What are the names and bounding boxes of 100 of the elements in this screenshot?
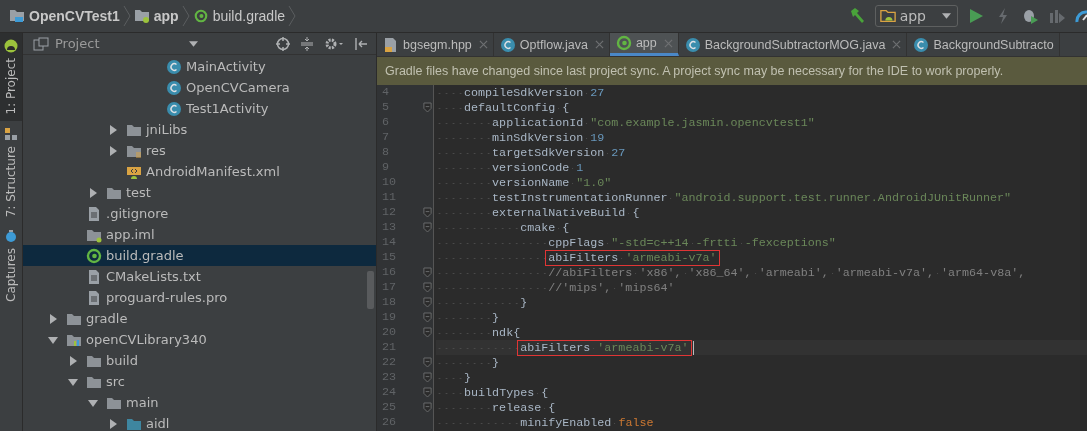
folder-icon <box>9 9 25 23</box>
class-icon <box>913 36 930 53</box>
caret-icon[interactable] <box>189 40 199 47</box>
code-line: } <box>436 370 1087 385</box>
code-line: versionCode 1 <box>436 160 1087 175</box>
project-view-icon <box>33 36 49 51</box>
gradle-file-icon <box>86 247 102 264</box>
code-line: minifyEnabled false <box>436 415 1087 430</box>
fold-marker-icon[interactable] <box>422 372 432 383</box>
class-icon <box>166 79 182 96</box>
stopwatch-icon <box>4 228 18 243</box>
code-line: //abiFilters 'x86', 'x86_64', 'armeabi', 'armeabi-v7a', 'arm64-v8a', <box>436 265 1087 280</box>
collapsed-arrow-icon[interactable] <box>108 418 118 429</box>
code-line: applicationId "com.example.jasmin.opencvtest1" <box>436 115 1087 130</box>
tool-window-tab[interactable]: Captures <box>0 222 22 308</box>
fold-marker-icon[interactable] <box>422 357 432 368</box>
chevron-icon <box>288 5 297 27</box>
fold-marker-icon[interactable] <box>422 327 432 338</box>
tree-item[interactable]: CMakeLists.txt <box>23 266 376 287</box>
tree-item[interactable]: test <box>23 182 376 203</box>
tree-item[interactable]: openCVLibrary340 <box>23 329 376 350</box>
fold-marker-icon[interactable] <box>422 267 432 278</box>
tree-item[interactable]: MainActivity <box>23 56 376 77</box>
text-file-icon <box>86 289 102 306</box>
breadcrumb-item[interactable]: app <box>133 8 179 24</box>
run-config-dropdown[interactable]: app <box>874 5 958 27</box>
tree-item[interactable]: Test1Activity <box>23 98 376 119</box>
caret-icon <box>942 13 951 19</box>
code-line: buildTypes { <box>436 385 1087 400</box>
fold-marker-icon[interactable] <box>422 297 432 308</box>
editor-tab[interactable]: BackgroundSubtractorMOG.java <box>678 33 908 56</box>
tool-window-tab[interactable]: 1: Project <box>0 33 22 121</box>
hide-panel-icon[interactable] <box>354 36 368 51</box>
tree-item[interactable]: proguard-rules.pro <box>23 287 376 308</box>
code-line: minSdkVersion 19 <box>436 130 1087 145</box>
tree-item[interactable]: build.gradle <box>23 245 376 266</box>
close-icon[interactable] <box>594 40 604 49</box>
code-line: cmake { <box>436 220 1087 235</box>
collapsed-arrow-icon[interactable] <box>68 355 78 366</box>
tree-item[interactable]: jniLibs <box>23 119 376 140</box>
run-icon[interactable] <box>967 7 985 25</box>
expanded-arrow-icon[interactable] <box>48 334 58 345</box>
fold-marker-icon[interactable] <box>422 207 432 218</box>
code-line: release { <box>436 400 1087 415</box>
breadcrumb-item[interactable]: OpenCVTest1 <box>9 8 120 24</box>
settings-icon[interactable] <box>324 36 344 51</box>
fold-marker-icon[interactable] <box>422 312 432 323</box>
tree-item[interactable]: src <box>23 371 376 392</box>
crosshair-icon[interactable] <box>276 36 290 51</box>
gauge-icon[interactable] <box>1075 7 1087 25</box>
folder-icon <box>133 9 150 23</box>
collapsed-arrow-icon[interactable] <box>48 313 58 324</box>
tree-item[interactable]: res <box>23 140 376 161</box>
breadcrumb-item[interactable]: build.gradle <box>192 8 286 24</box>
close-icon[interactable] <box>478 40 488 49</box>
collapse-all-icon[interactable] <box>300 36 314 51</box>
collapsed-arrow-icon[interactable] <box>88 187 98 198</box>
editor-tab[interactable]: Optflow.java <box>493 33 610 56</box>
code-line: } <box>436 355 1087 370</box>
gradle-file-icon <box>615 35 632 51</box>
android-folder-icon <box>879 9 896 23</box>
debug-icon[interactable] <box>1021 7 1039 25</box>
android-icon <box>4 39 18 53</box>
collapsed-arrow-icon[interactable] <box>108 145 118 156</box>
fold-marker-icon[interactable] <box>422 222 432 233</box>
fold-marker-icon[interactable] <box>422 402 432 413</box>
project-view-selector[interactable]: Project <box>33 36 100 51</box>
code-line: compileSdkVersion 27 <box>436 85 1087 100</box>
text-file-icon <box>86 268 102 285</box>
editor-tab[interactable]: app <box>609 33 679 56</box>
tree-item[interactable]: AndroidManifest.xml <box>23 161 376 182</box>
collapsed-arrow-icon[interactable] <box>108 124 118 135</box>
code-line: testInstrumentationRunner "android.support.test.runner.AndroidJUnitRunner" <box>436 190 1087 205</box>
tool-window-tab[interactable]: 7: Structure <box>0 120 22 223</box>
editor-tab[interactable]: bgsegm.hpp <box>377 33 494 56</box>
tree-item[interactable]: app.iml <box>23 224 376 245</box>
expanded-arrow-icon[interactable] <box>68 376 78 387</box>
fold-marker-icon[interactable] <box>422 102 432 113</box>
tree-item[interactable]: .gitignore <box>23 203 376 224</box>
code-line: defaultConfig { <box>436 100 1087 115</box>
chevron-icon <box>122 5 131 27</box>
fold-marker-icon[interactable] <box>422 282 432 293</box>
tree-item[interactable]: build <box>23 350 376 371</box>
code-line: } <box>436 295 1087 310</box>
editor-tab[interactable]: BackgroundSubtracto <box>907 33 1060 56</box>
close-icon[interactable] <box>892 40 902 49</box>
class-icon <box>684 36 701 53</box>
code-line: //'mips', 'mips64' <box>436 280 1087 295</box>
tree-item[interactable]: gradle <box>23 308 376 329</box>
class-icon <box>166 58 182 75</box>
expanded-arrow-icon[interactable] <box>88 397 98 408</box>
tree-item[interactable]: OpenCVCamera <box>23 77 376 98</box>
code-line: ndk{ <box>436 325 1087 340</box>
tree-item[interactable]: aidl <box>23 413 376 431</box>
fold-marker-icon[interactable] <box>422 387 432 398</box>
header-file-icon <box>383 36 399 53</box>
tree-item[interactable]: main <box>23 392 376 413</box>
chevron-icon <box>181 5 190 27</box>
close-icon[interactable] <box>663 38 673 48</box>
scrollbar-thumb[interactable] <box>367 271 374 309</box>
